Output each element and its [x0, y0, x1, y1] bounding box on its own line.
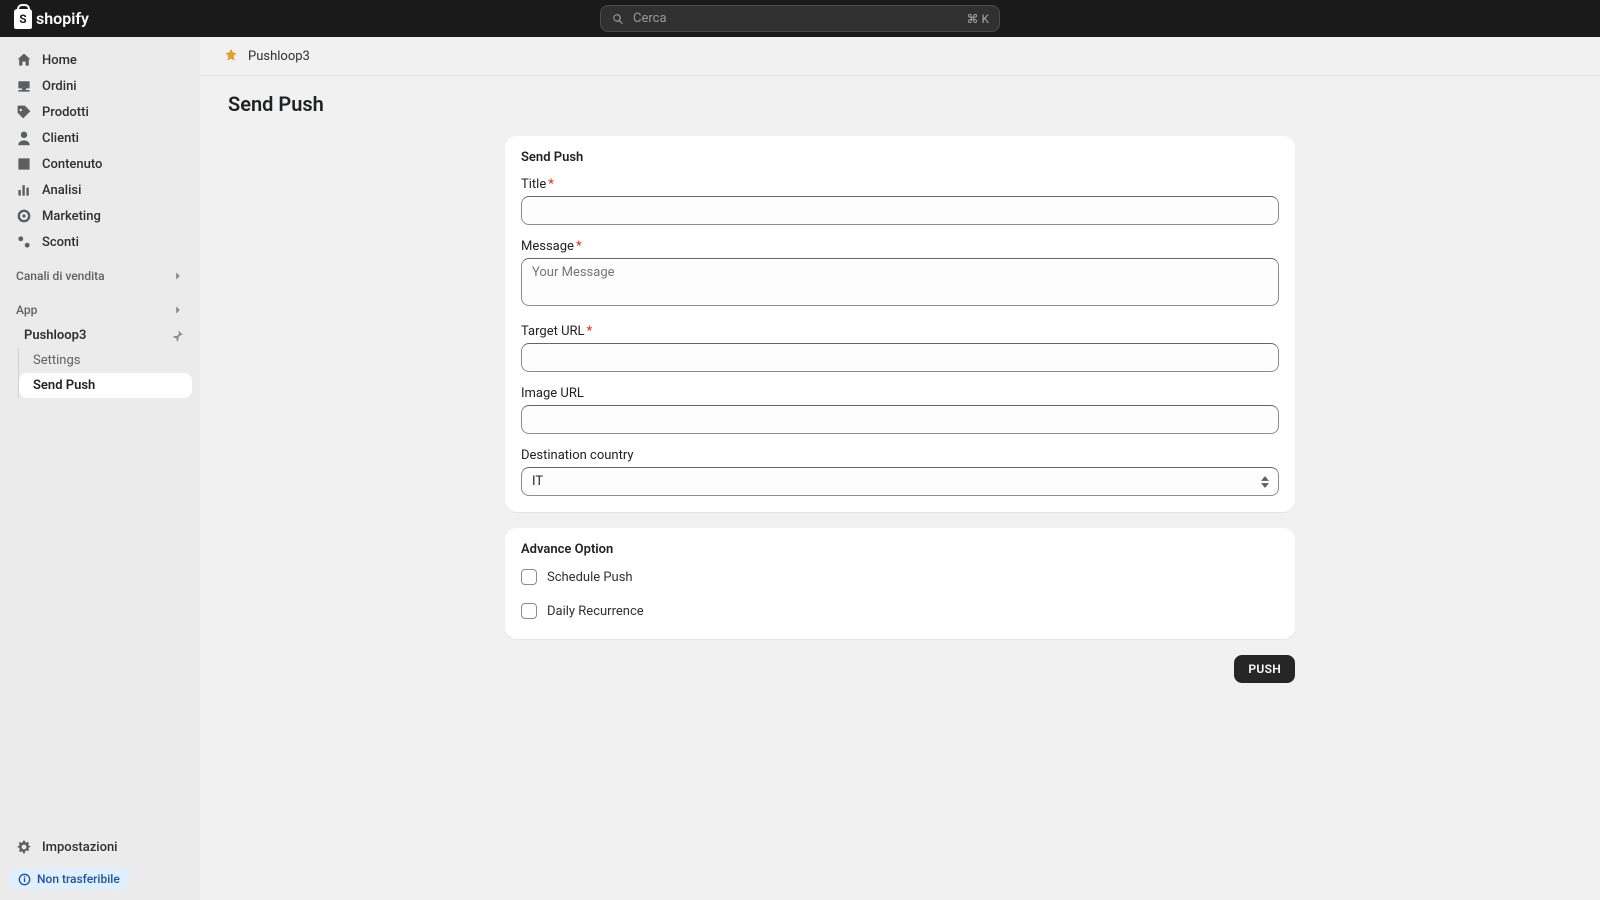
sidebar-sub-settings-label: Settings [33, 353, 80, 368]
sidebar: Home Ordini Prodotti Clienti Contenuto A… [0, 37, 200, 900]
card-advanced: Advance Option Schedule Push Daily Recur… [505, 528, 1295, 639]
nav-products-label: Prodotti [42, 105, 89, 120]
label-title: Title* [521, 177, 1279, 192]
breadcrumb-text: Pushloop3 [248, 49, 310, 64]
tag-icon [16, 104, 32, 120]
nav-marketing-label: Marketing [42, 209, 101, 224]
search-icon [611, 12, 625, 26]
person-icon [16, 130, 32, 146]
input-image-url[interactable] [521, 405, 1279, 434]
card-advanced-title: Advance Option [521, 542, 1279, 557]
inbox-icon [16, 78, 32, 94]
select-country[interactable]: IT [521, 467, 1279, 496]
shopify-bag-icon: S [14, 9, 32, 29]
breadcrumb: Pushloop3 [200, 37, 1600, 76]
label-target-url: Target URL* [521, 324, 1279, 339]
nav-customers-label: Clienti [42, 131, 79, 146]
row-daily-recurrence[interactable]: Daily Recurrence [521, 603, 1279, 619]
target-icon [16, 208, 32, 224]
row-schedule-push[interactable]: Schedule Push [521, 569, 1279, 585]
nav-analytics[interactable]: Analisi [8, 177, 192, 203]
image-icon [16, 156, 32, 172]
search-bar[interactable]: Cerca ⌘ K [600, 5, 1000, 32]
search-shortcut: ⌘ K [966, 12, 989, 26]
section-apps-label: App [16, 303, 37, 317]
checkbox-recurrence[interactable] [521, 603, 537, 619]
nav-marketing[interactable]: Marketing [8, 203, 192, 229]
transfer-pill-label: Non trasferibile [37, 872, 120, 886]
chevron-right-icon [172, 304, 184, 316]
main: Pushloop3 Send Push Send Push Title* Mes… [200, 37, 1600, 900]
nav-orders[interactable]: Ordini [8, 73, 192, 99]
nav-settings[interactable]: Impostazioni [8, 834, 192, 860]
chevron-right-icon [172, 270, 184, 282]
label-country: Destination country [521, 448, 1279, 463]
select-caret-icon [1261, 475, 1269, 488]
label-message: Message* [521, 239, 1279, 254]
nav-products[interactable]: Prodotti [8, 99, 192, 125]
sidebar-sub-sendpush[interactable]: Send Push [19, 373, 192, 398]
app-crumb-icon [222, 47, 240, 65]
sidebar-sub-settings[interactable]: Settings [19, 348, 192, 373]
card-sendpush-title: Send Push [521, 150, 1279, 165]
sidebar-app-label: Pushloop3 [24, 328, 86, 343]
gear-icon [16, 839, 32, 855]
required-mark: * [576, 239, 582, 254]
section-apps[interactable]: App [8, 289, 192, 323]
page-title: Send Push [200, 76, 1600, 136]
sidebar-app-pushloop[interactable]: Pushloop3 [8, 323, 192, 348]
required-mark: * [548, 177, 554, 192]
input-title[interactable] [521, 196, 1279, 225]
nav-home-label: Home [42, 53, 77, 68]
brand-logo: S shopify [14, 9, 89, 29]
nav-orders-label: Ordini [42, 79, 77, 94]
nav-discounts[interactable]: Sconti [8, 229, 192, 255]
push-button[interactable]: PUSH [1234, 655, 1295, 683]
required-mark: * [587, 324, 593, 339]
nav-analytics-label: Analisi [42, 183, 81, 198]
search-placeholder: Cerca [633, 11, 966, 26]
bars-icon [16, 182, 32, 198]
nav-home[interactable]: Home [8, 47, 192, 73]
card-sendpush: Send Push Title* Message* Target URL* [505, 136, 1295, 512]
input-message[interactable] [521, 258, 1279, 306]
label-image-url: Image URL [521, 386, 1279, 401]
transfer-pill[interactable]: Non trasferibile [8, 868, 130, 890]
section-channels-label: Canali di vendita [16, 269, 105, 283]
label-recurrence: Daily Recurrence [547, 604, 644, 619]
section-channels[interactable]: Canali di vendita [8, 255, 192, 289]
nav-settings-label: Impostazioni [42, 840, 118, 855]
nav-content[interactable]: Contenuto [8, 151, 192, 177]
percent-icon [16, 234, 32, 250]
checkbox-schedule[interactable] [521, 569, 537, 585]
nav-discounts-label: Sconti [42, 235, 79, 250]
label-schedule: Schedule Push [547, 570, 633, 585]
info-icon [18, 873, 31, 886]
nav-customers[interactable]: Clienti [8, 125, 192, 151]
topbar: S shopify Cerca ⌘ K [0, 0, 1600, 37]
input-target-url[interactable] [521, 343, 1279, 372]
pin-icon[interactable] [170, 329, 184, 343]
home-icon [16, 52, 32, 68]
nav-content-label: Contenuto [42, 157, 102, 172]
sidebar-sub-sendpush-label: Send Push [33, 378, 95, 393]
brand-text: shopify [36, 9, 89, 28]
